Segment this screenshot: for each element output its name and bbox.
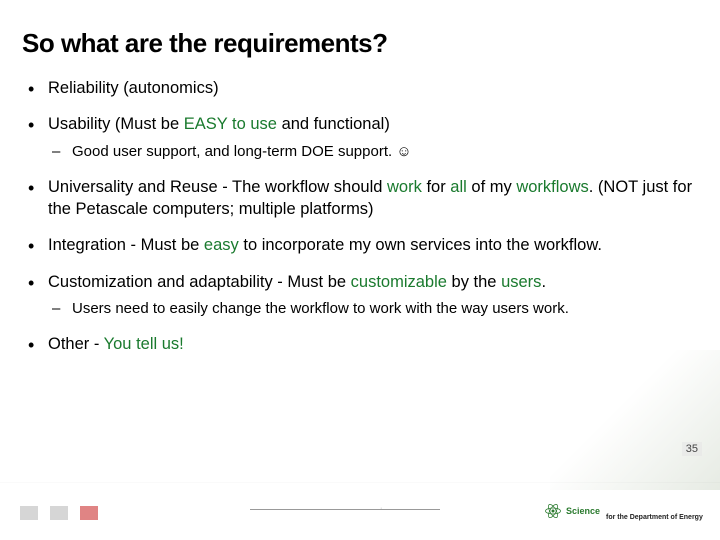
logo-icon (50, 504, 68, 522)
bullet-list: Reliability (autonomics) Usability (Must… (22, 77, 698, 355)
t: Other - (48, 335, 104, 353)
footer-rule (250, 509, 440, 510)
science-label: Science (566, 506, 600, 516)
bullet-integration: Integration - Must be easy to incorporat… (22, 234, 698, 256)
t: Integration - Must be (48, 236, 204, 254)
t: workflows (516, 178, 588, 196)
sub-item: Good user support, and long-term DOE sup… (48, 142, 698, 162)
t: to incorporate my own services into the … (239, 236, 602, 254)
bullet-customization: Customization and adaptability - Must be… (22, 271, 698, 320)
footer-mark: · (380, 505, 382, 512)
logo-icon (80, 504, 98, 522)
sub-item: Users need to easily change the workflow… (48, 299, 698, 319)
slide: So what are the requirements? Reliabilit… (0, 0, 720, 540)
atom-icon (544, 502, 562, 520)
t: of my (467, 178, 517, 196)
t: . (541, 273, 546, 291)
t: by the (447, 273, 501, 291)
t: Customization and adaptability - Must be (48, 273, 351, 291)
t: easy (204, 236, 239, 254)
logo-icon (20, 504, 38, 522)
t: users (501, 273, 541, 291)
t: customizable (351, 273, 447, 291)
sub-list: Users need to easily change the workflow… (48, 299, 698, 319)
science-logo: Science (544, 502, 600, 520)
t: for (422, 178, 450, 196)
text-post: and functional) (277, 115, 390, 133)
bullet-other: Other - You tell us! (22, 333, 698, 355)
sub-list: Good user support, and long-term DOE sup… (48, 142, 698, 162)
decorative-gradient (550, 350, 720, 490)
text: Reliability (autonomics) (48, 79, 219, 97)
footer: · Science for the Department of Energy (0, 482, 720, 540)
t: work (387, 178, 422, 196)
bullet-usability: Usability (Must be EASY to use and funct… (22, 113, 698, 162)
text-pre: Usability (Must be (48, 115, 184, 133)
t: You tell us! (104, 335, 184, 353)
t: all (450, 178, 467, 196)
footer-logos (20, 504, 98, 522)
page-number: 35 (682, 442, 702, 456)
t: Universality and Reuse - The workflow sh… (48, 178, 387, 196)
bullet-universality: Universality and Reuse - The workflow sh… (22, 176, 698, 221)
bullet-reliability: Reliability (autonomics) (22, 77, 698, 99)
slide-title: So what are the requirements? (22, 28, 698, 59)
footer-right-note: for the Department of Energy (606, 514, 706, 522)
text-easy: EASY to use (184, 115, 277, 133)
